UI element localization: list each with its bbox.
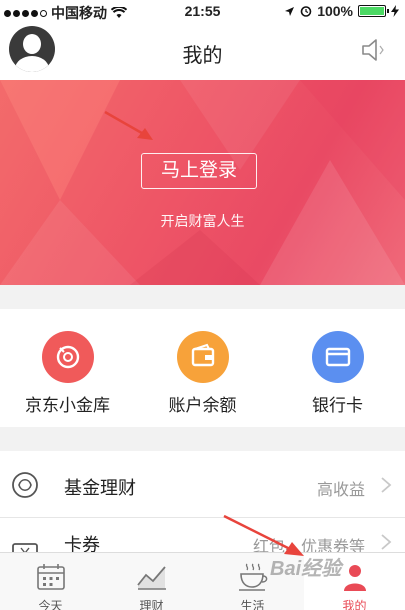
annotation-arrow-icon <box>104 110 153 140</box>
tab-label: 我的 <box>342 599 367 610</box>
tab-label: 理财 <box>139 599 164 610</box>
calendar-icon <box>37 564 65 590</box>
profile-icon <box>344 565 366 591</box>
chevron-right-icon <box>381 534 392 550</box>
banner-subtitle: 开启财富人生 <box>160 213 245 229</box>
watermark: Bai经验 <box>270 558 342 580</box>
login-banner: 马上登录 开启财富人生 <box>0 80 405 285</box>
location-icon <box>285 6 295 16</box>
speaker-icon[interactable] <box>361 38 391 62</box>
battery-percent: 100% <box>317 3 353 19</box>
tab-today[interactable]: 今天 <box>0 553 101 610</box>
app-header: 我的 <box>0 22 405 80</box>
tab-bar: 今天 理财 生活 我的 <box>0 552 405 610</box>
login-button[interactable]: 马上登录 <box>141 153 257 189</box>
quick-action-bank-card[interactable]: 银行卡 <box>270 331 405 416</box>
chart-icon <box>137 566 166 590</box>
list-item-fund[interactable]: 基金理财 高收益 <box>0 451 405 518</box>
charging-icon <box>391 5 399 17</box>
bank-card-icon <box>311 331 364 383</box>
battery-fill <box>360 7 384 15</box>
quick-action-balance[interactable]: 账户余额 <box>135 331 270 416</box>
status-right: 100% <box>284 3 399 19</box>
list-item-value: 高收益 <box>316 482 365 499</box>
list-item-label: 基金理财 <box>64 478 136 498</box>
battery-icon <box>358 5 389 17</box>
wallet-icon <box>176 331 229 383</box>
quick-action-vault[interactable]: 京东小金库 <box>0 331 135 416</box>
fund-icon <box>12 472 38 498</box>
page-title: 我的 <box>182 45 223 67</box>
quick-action-label: 账户余额 <box>168 396 237 415</box>
menu-list: 基金理财 高收益 卡券 红包、优惠券等 <box>0 451 405 563</box>
coffee-icon <box>239 563 268 591</box>
vault-icon <box>41 331 94 383</box>
quick-action-label: 京东小金库 <box>25 396 110 415</box>
alarm-icon <box>300 6 312 17</box>
quick-actions: 京东小金库 账户余额 银行卡 <box>0 309 405 427</box>
chevron-right-icon <box>381 477 392 493</box>
tab-finance[interactable]: 理财 <box>101 553 202 610</box>
tab-label: 今天 <box>38 599 63 610</box>
status-bar: 中国移动 21:55 100% <box>0 0 405 22</box>
quick-action-label: 银行卡 <box>312 396 363 415</box>
tab-label: 生活 <box>240 599 265 610</box>
